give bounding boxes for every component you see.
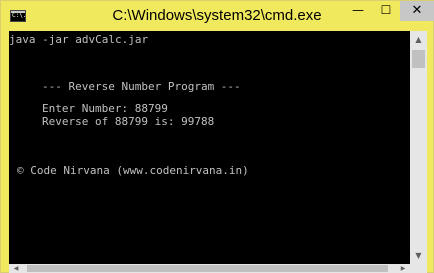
console-line-result: Reverse of 88799 is: 99788 [42,115,215,128]
close-button[interactable]: ✕ [400,1,434,21]
console-line-input: Enter Number: 88799 [42,102,168,115]
console-line-heading: --- Reverse Number Program --- [42,80,241,93]
console-line-command: java -jar advCalc.jar [9,33,149,46]
cmd-window: C:\. C:\Windows\system32\cmd.exe — ☐ ✕ j… [0,0,434,273]
console-area[interactable]: java -jar advCalc.jar --- Reverse Number… [9,31,410,264]
console-line-credit: © Code Nirvana (www.codenirvana.in) [17,164,249,177]
scroll-down-icon[interactable]: ▼ [410,247,427,264]
vertical-scroll-thumb[interactable] [412,50,425,68]
vertical-scrollbar[interactable]: ▲ ▼ [410,31,427,264]
minimize-button[interactable]: — [345,1,371,21]
console-output: java -jar advCalc.jar --- Reverse Number… [9,31,410,264]
scroll-left-icon[interactable]: ◀ [9,264,23,273]
horizontal-scrollbar[interactable]: ◀ ▶ [9,264,410,273]
scroll-up-icon[interactable]: ▲ [410,31,427,48]
resize-corner[interactable] [410,264,427,273]
maximize-button[interactable]: ☐ [373,1,399,21]
title-bar[interactable]: C:\. C:\Windows\system32\cmd.exe — ☐ ✕ [1,1,434,31]
scroll-right-icon[interactable]: ▶ [396,264,410,273]
horizontal-scroll-thumb[interactable] [27,265,388,272]
